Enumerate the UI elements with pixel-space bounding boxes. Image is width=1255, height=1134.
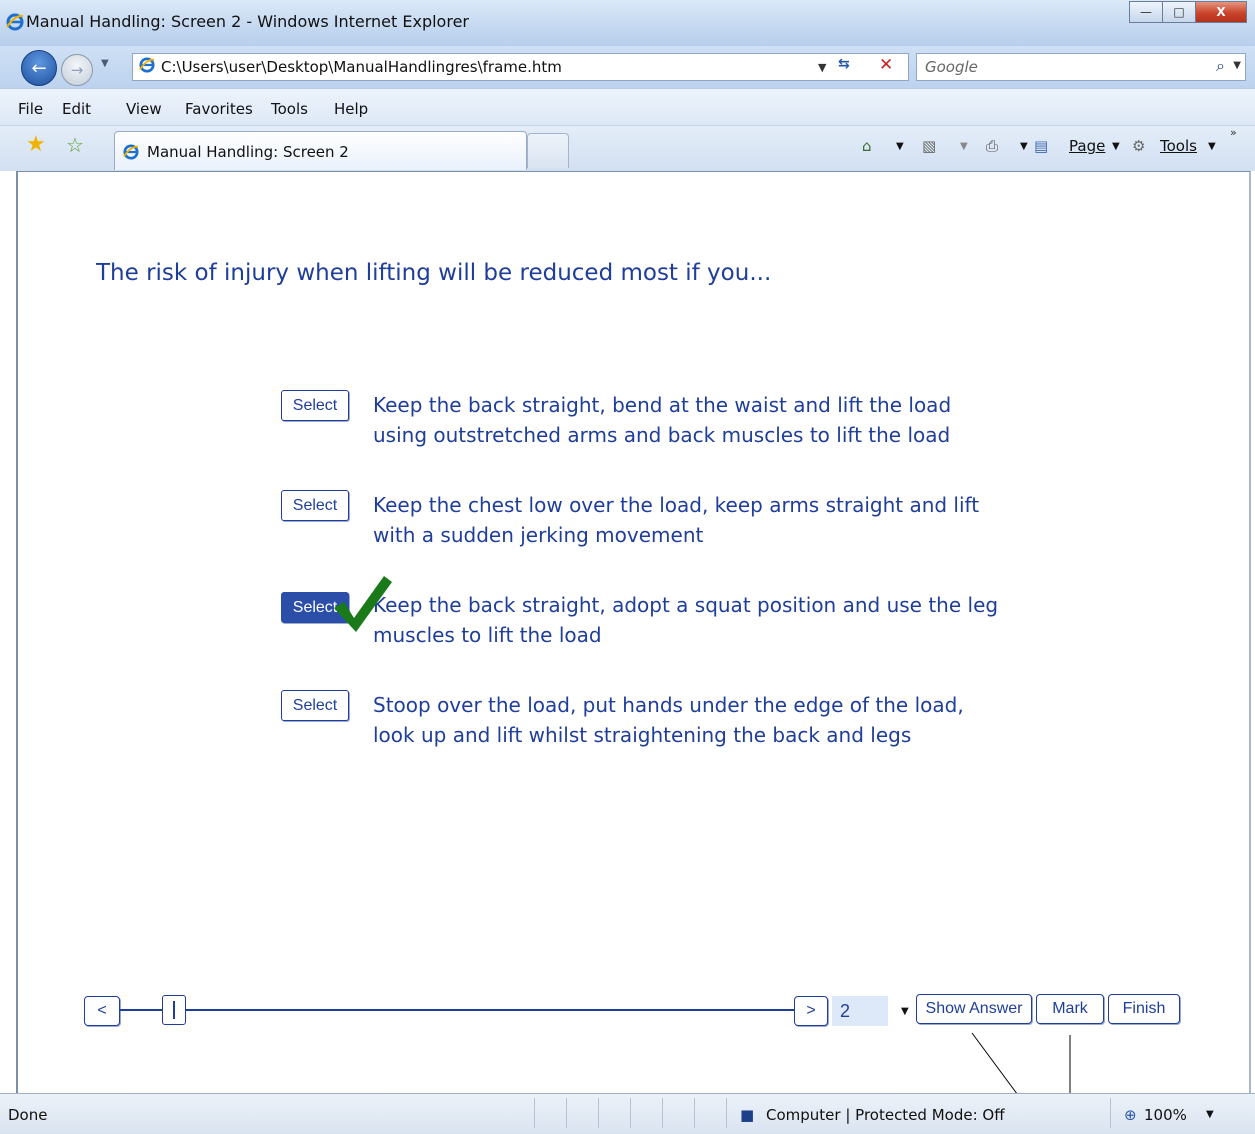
feeds-icon[interactable]: ▧ <box>922 137 936 155</box>
menu-favorites[interactable]: Favorites <box>185 100 253 118</box>
print-dropdown-icon[interactable]: ▼ <box>1020 141 1028 152</box>
option-2-line-2: with a sudden jerking movement <box>373 523 704 547</box>
previous-screen-button[interactable]: < <box>84 996 120 1026</box>
more-commands-icon[interactable]: » <box>1230 126 1237 139</box>
tab-manual-handling[interactable]: Manual Handling: Screen 2 <box>114 131 527 170</box>
option-3-line-1: Keep the back straight, adopt a squat po… <box>373 593 999 617</box>
forward-arrow-icon: → <box>70 61 84 79</box>
option-1-line-2: using outstretched arms and back muscles… <box>373 423 951 447</box>
option-1-line-1: Keep the back straight, bend at the wais… <box>373 393 952 417</box>
option-4-line-2: look up and lift whilst straightening th… <box>373 723 912 747</box>
recent-pages-dropdown-icon[interactable]: ▼ <box>101 58 109 69</box>
status-divider <box>694 1098 695 1128</box>
page-number-select[interactable]: 2 <box>832 996 888 1026</box>
correct-checkmark-icon <box>334 576 392 632</box>
tools-menu[interactable]: Tools <box>1160 137 1197 155</box>
address-field[interactable]: C:\Users\user\Desktop\ManualHandlingres\… <box>132 53 909 81</box>
status-divider <box>630 1098 631 1128</box>
tools-gear-icon: ⚙ <box>1132 137 1146 155</box>
next-screen-button[interactable]: > <box>794 996 828 1026</box>
zoom-dropdown-icon[interactable]: ▼ <box>1206 1109 1214 1120</box>
tab-ie-icon <box>123 144 139 164</box>
option-3-line-2: muscles to lift the load <box>373 623 602 647</box>
back-button[interactable]: ← <box>21 50 57 86</box>
zoom-level[interactable]: 100% <box>1144 1106 1187 1124</box>
home-icon[interactable]: ⌂ <box>862 137 872 155</box>
window-title-bar: Manual Handling: Screen 2 - Windows Inte… <box>0 0 1255 46</box>
close-button[interactable]: X <box>1195 1 1247 23</box>
print-icon[interactable]: ⎙ <box>986 137 998 155</box>
search-icon[interactable]: ⌕ <box>1216 56 1225 76</box>
tools-dropdown-icon[interactable]: ▼ <box>1208 141 1216 152</box>
menu-bar: File Edit View Favorites Tools Help <box>0 88 1255 126</box>
option-3-text: Keep the back straight, adopt a squat po… <box>373 590 1013 650</box>
option-4-line-1: Stoop over the load, put hands under the… <box>373 693 964 717</box>
status-divider <box>566 1098 567 1128</box>
new-tab-button[interactable] <box>527 133 569 168</box>
select-option-4-button[interactable]: Select <box>281 690 349 721</box>
option-2-line-1: Keep the chest low over the load, keep a… <box>373 493 980 517</box>
show-answer-button[interactable]: Show Answer <box>916 994 1032 1024</box>
progress-track <box>120 1009 794 1011</box>
forward-button[interactable]: → <box>61 54 93 86</box>
progress-slider-handle[interactable] <box>162 995 186 1025</box>
address-toolbar: ← → ▼ C:\Users\user\Desktop\ManualHandli… <box>0 46 1255 88</box>
favorites-bar: ★ ☆ Manual Handling: Screen 2 ⌂ ▼ ▧ ▼ ⎙ … <box>0 125 1255 171</box>
security-zone-text[interactable]: Computer | Protected Mode: Off <box>766 1106 1005 1124</box>
tab-title: Manual Handling: Screen 2 <box>147 143 349 161</box>
status-divider <box>662 1098 663 1128</box>
status-text: Done <box>8 1106 48 1124</box>
status-divider <box>1110 1098 1111 1128</box>
page-number-dropdown-icon[interactable]: ▼ <box>901 1006 909 1017</box>
search-input[interactable]: Google ⌕ ▼ <box>916 53 1246 81</box>
quiz-navigation: < > 2 ▼ Show Answer Mark Finish <box>84 994 1184 1028</box>
finish-button[interactable]: Finish <box>1108 994 1180 1024</box>
menu-help[interactable]: Help <box>334 100 368 118</box>
feeds-dropdown-icon[interactable]: ▼ <box>960 141 968 152</box>
option-4-text: Stoop over the load, put hands under the… <box>373 690 1013 750</box>
option-2-text: Keep the chest low over the load, keep a… <box>373 490 1013 550</box>
favorites-center-icon[interactable]: ★ <box>26 132 46 157</box>
home-dropdown-icon[interactable]: ▼ <box>896 141 904 152</box>
option-1-text: Keep the back straight, bend at the wais… <box>373 390 1013 450</box>
address-url: C:\Users\user\Desktop\ManualHandlingres\… <box>161 58 562 76</box>
select-option-1-button[interactable]: Select <box>281 390 349 421</box>
page-menu-icon: ▤ <box>1034 137 1049 155</box>
add-favorites-icon[interactable]: ☆ <box>66 133 84 157</box>
ie-logo-icon <box>6 13 24 35</box>
status-divider <box>534 1098 535 1128</box>
search-placeholder: Google <box>925 58 978 76</box>
page-menu[interactable]: Page <box>1069 137 1105 155</box>
refresh-icon[interactable]: ⇆ <box>838 56 850 72</box>
menu-view[interactable]: View <box>126 100 162 118</box>
search-options-dropdown-icon[interactable]: ▼ <box>1233 60 1241 71</box>
menu-edit[interactable]: Edit <box>62 100 91 118</box>
status-divider <box>726 1098 727 1128</box>
page-ie-icon <box>139 57 155 77</box>
status-bar: Done ■ Computer | Protected Mode: Off ⊕ … <box>0 1093 1255 1134</box>
window-controls: — □ X <box>1129 1 1247 23</box>
zoom-icon: ⊕ <box>1124 1106 1137 1124</box>
question-text: The risk of injury when lifting will be … <box>96 260 772 286</box>
computer-zone-icon: ■ <box>740 1106 755 1124</box>
minimize-button[interactable]: — <box>1129 1 1163 23</box>
maximize-button[interactable]: □ <box>1162 1 1196 23</box>
window-title: Manual Handling: Screen 2 - Windows Inte… <box>26 12 469 31</box>
menu-tools[interactable]: Tools <box>271 100 308 118</box>
menu-file[interactable]: File <box>18 100 43 118</box>
stop-icon[interactable]: ✕ <box>879 55 893 75</box>
address-dropdown-icon[interactable]: ▼ <box>818 61 826 74</box>
status-divider <box>598 1098 599 1128</box>
page-dropdown-icon[interactable]: ▼ <box>1112 141 1120 152</box>
select-option-2-button[interactable]: Select <box>281 490 349 521</box>
back-arrow-icon: ← <box>31 57 47 79</box>
page-content: The risk of injury when lifting will be … <box>16 171 1251 1093</box>
mark-button[interactable]: Mark <box>1036 994 1104 1024</box>
